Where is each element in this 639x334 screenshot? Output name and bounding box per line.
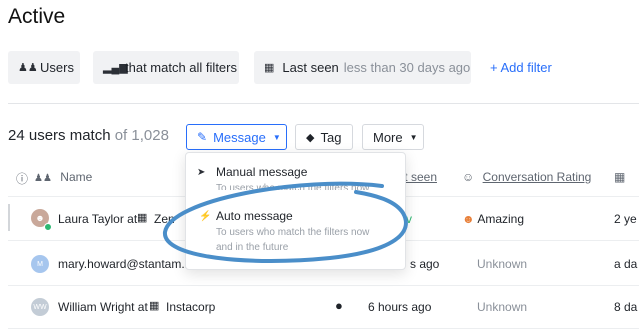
auto-message-option[interactable]: ⚡ Auto message To users who match the fi…: [186, 209, 405, 259]
more-button[interactable]: More ▼: [362, 124, 424, 150]
match-total-text: of 1,028: [114, 127, 169, 144]
more-button-label: More: [373, 129, 403, 145]
divider: [8, 103, 639, 104]
avatar[interactable]: WW: [31, 298, 49, 316]
table-row-rating: ☻ Amazing: [462, 212, 524, 226]
chat-bubble-icon: ●: [335, 298, 343, 313]
manual-message-desc: To users who match the filters now: [216, 183, 370, 190]
building-icon: ▦: [149, 300, 160, 312]
calendar-icon: ▦: [264, 62, 275, 74]
avatar[interactable]: M: [31, 255, 49, 273]
auto-message-desc-2: and in the future: [216, 242, 289, 253]
lightning-icon: ⚡: [199, 211, 212, 222]
row-selected-marker: [8, 204, 10, 231]
table-row-last-seen: 6 hours ago: [368, 300, 432, 314]
row-divider: [8, 285, 639, 286]
table-row-extra: a da: [614, 257, 638, 271]
manual-message-option[interactable]: ➤ Manual message To users who match the …: [186, 165, 405, 207]
table-row-name[interactable]: Laura Taylor at: [58, 212, 137, 226]
calendar-icon: ▦: [614, 170, 626, 184]
last-seen-filter-label: Last seen: [282, 60, 339, 75]
table-row-name[interactable]: mary.howard@stantam.io: [58, 257, 194, 271]
smiley-icon: ☺: [462, 170, 475, 184]
users-filter-label: Users: [40, 60, 74, 75]
manual-message-title: Manual message: [216, 165, 308, 179]
rating-column-header[interactable]: ☺ Conversation Rating: [462, 170, 591, 184]
match-count-text: 24 users match: [8, 127, 111, 144]
users-icon: ♟♟: [18, 62, 38, 74]
last-seen-filter-chip[interactable]: ▦ Last seen less than 30 days ago: [254, 51, 471, 84]
online-status-dot: [44, 223, 52, 231]
name-column-header[interactable]: ♟♟ Name: [34, 170, 92, 184]
tag-button[interactable]: ◆ Tag: [295, 124, 353, 150]
match-filter-chip[interactable]: ▂▄▆ that match all filters: [93, 51, 239, 84]
info-icon: ⓘ: [16, 172, 29, 186]
tag-icon: ◆: [306, 131, 315, 144]
last-seen-filter-value: less than 30 days ago: [343, 60, 471, 75]
bar-chart-icon: ▂▄▆: [103, 62, 128, 74]
heart-eyes-icon: ☻: [462, 212, 475, 226]
page-title: Active: [8, 5, 66, 28]
users-filter-chip[interactable]: ♟♟ Users: [8, 51, 80, 84]
table-row-name[interactable]: William Wright at: [58, 300, 148, 314]
match-filter-label: that match all filters: [125, 60, 237, 75]
building-icon: ▦: [137, 212, 148, 224]
message-dropdown: ➤ Manual message To users who match the …: [185, 152, 406, 270]
table-row-extra: 2 ye: [614, 212, 637, 226]
chevron-down-icon: ▼: [409, 132, 418, 142]
table-row-company[interactable]: Instacorp: [166, 300, 215, 314]
users-icon: ♟♟: [34, 173, 52, 184]
edit-icon: ✎: [197, 130, 208, 144]
auto-message-title: Auto message: [216, 209, 293, 223]
row-divider: [8, 328, 639, 329]
table-row-company[interactable]: Zen: [154, 212, 175, 226]
add-filter-link[interactable]: + Add filter: [490, 60, 552, 75]
table-row-extra: 8 da: [614, 300, 638, 314]
send-icon: ➤: [197, 167, 206, 178]
avatar-face: ☻: [35, 213, 45, 223]
row-status-fragment: v: [406, 212, 412, 226]
message-button-label: Message: [213, 129, 266, 145]
match-count: 24 users match of 1,028: [8, 127, 169, 144]
rating-header-label: Conversation Rating: [482, 170, 592, 184]
tag-button-label: Tag: [320, 129, 342, 145]
table-row-last-seen: s ago: [410, 257, 440, 271]
table-row-rating-label: Amazing: [477, 212, 524, 226]
chevron-down-icon: ▼: [272, 132, 281, 142]
message-button[interactable]: ✎ Message ▼: [186, 124, 287, 150]
auto-message-desc-1: To users who match the filters now: [216, 227, 370, 238]
table-row-rating: Unknown: [477, 300, 528, 314]
table-row-rating: Unknown: [477, 257, 528, 271]
name-header-label: Name: [60, 170, 93, 184]
